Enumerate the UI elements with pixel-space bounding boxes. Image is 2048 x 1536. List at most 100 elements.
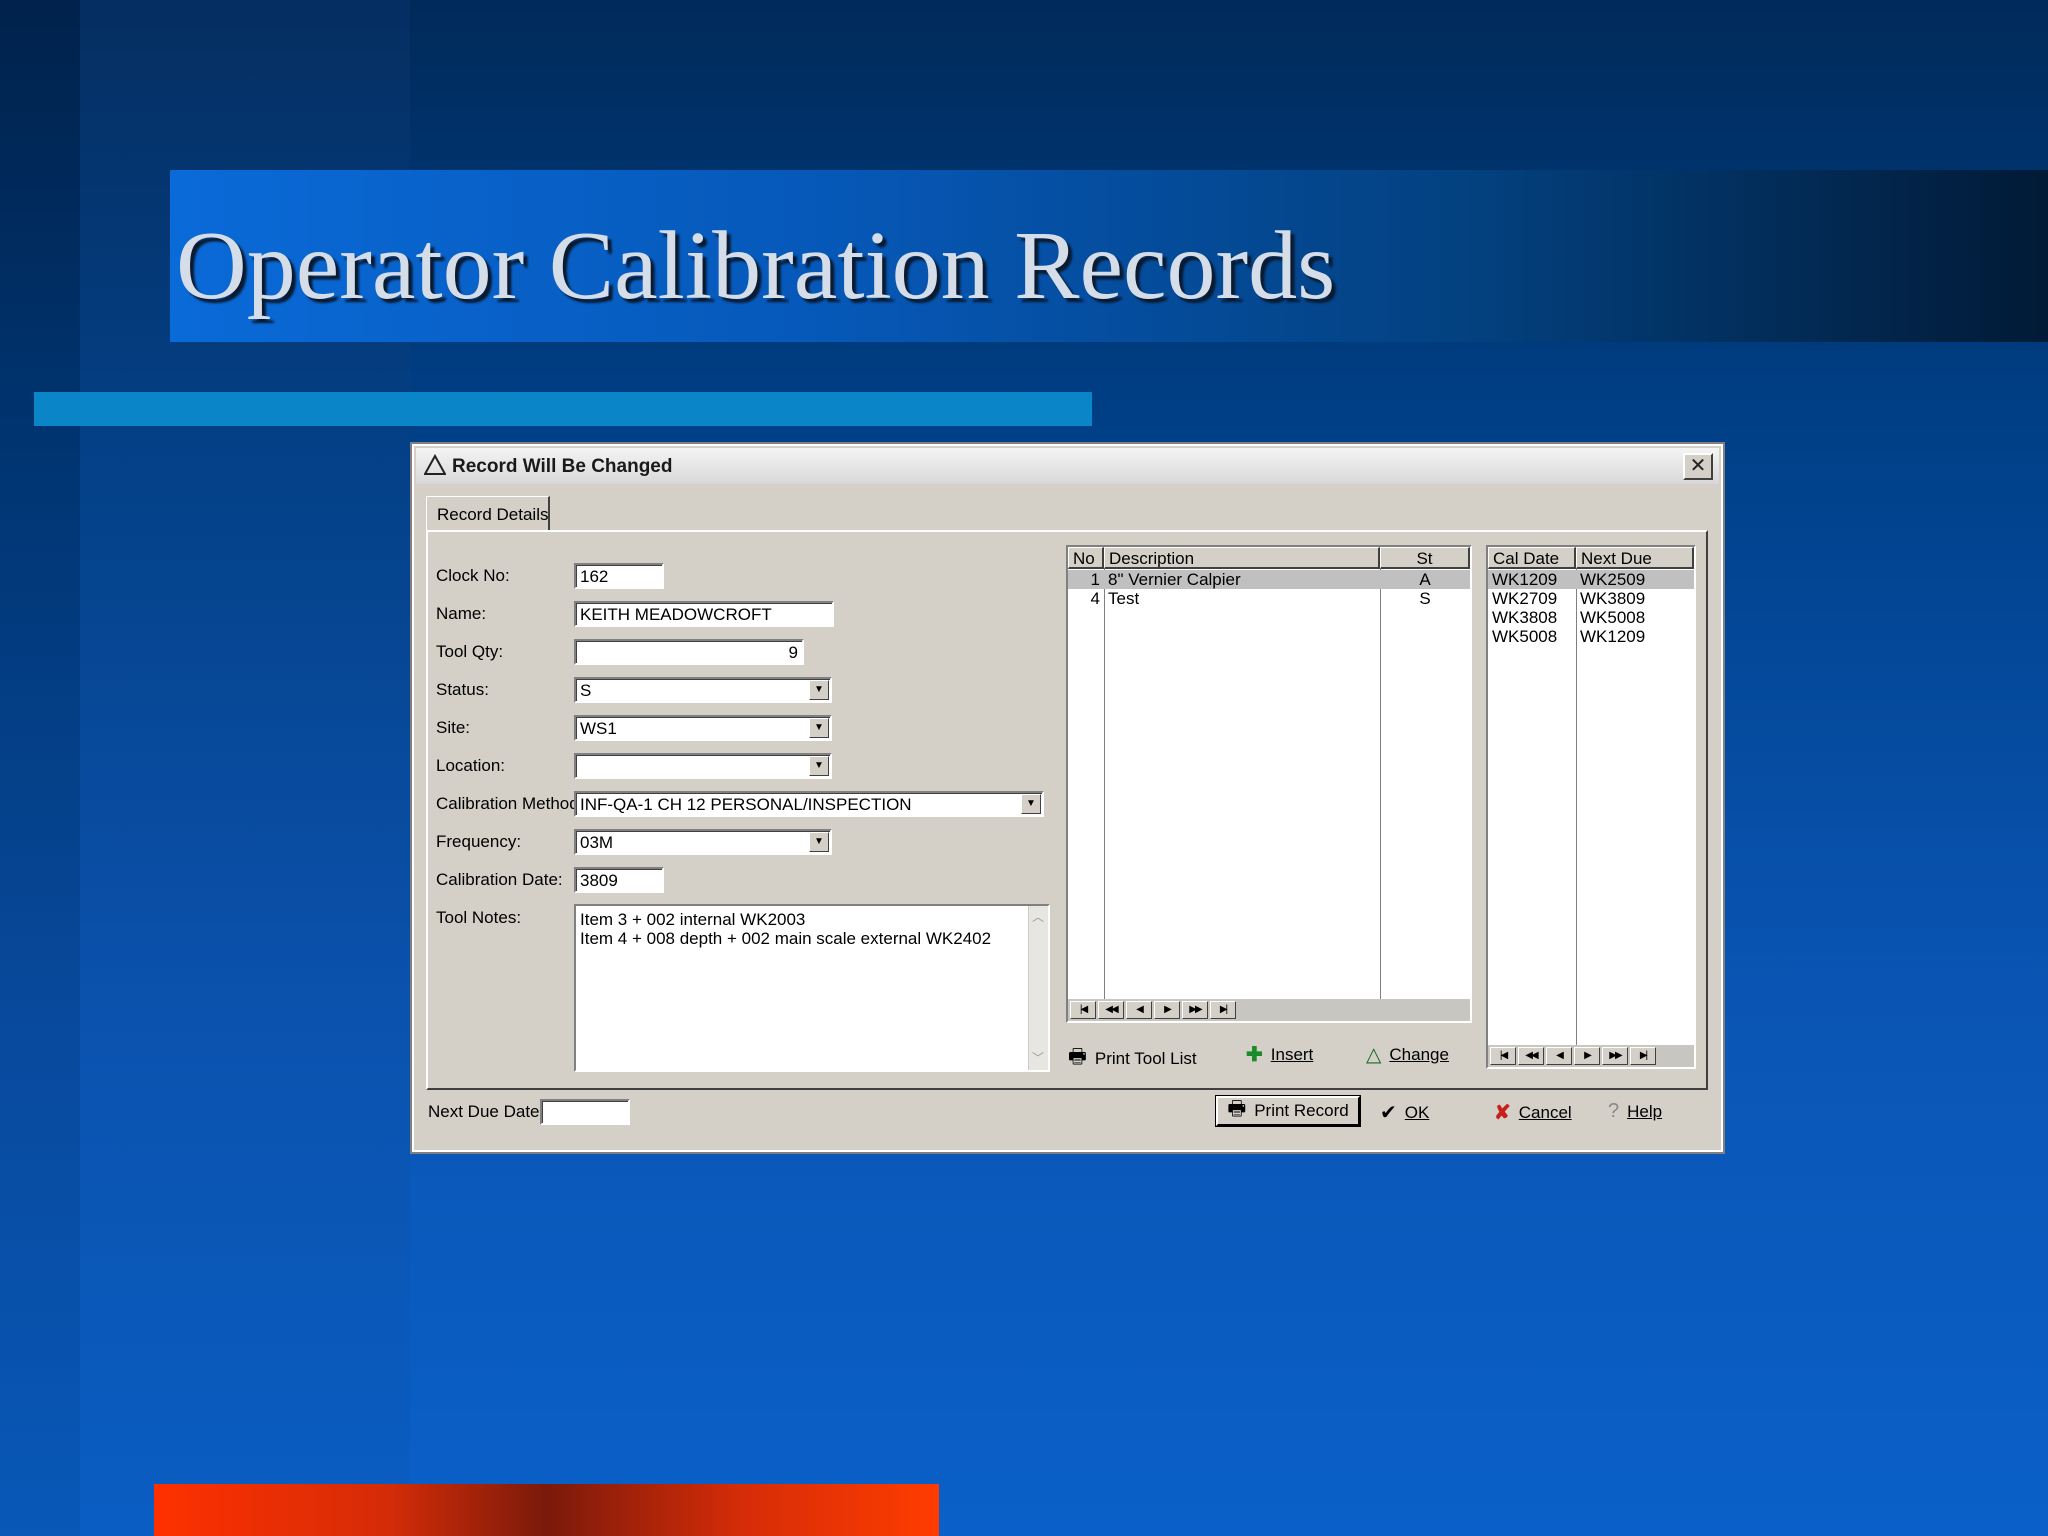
- next-record-icon[interactable]: ▶: [1574, 1047, 1600, 1065]
- change-label: Change: [1389, 1044, 1449, 1064]
- grid-header-no[interactable]: No: [1068, 547, 1104, 569]
- prev-page-icon[interactable]: ◀◀: [1098, 1001, 1124, 1019]
- cell-st: A: [1419, 570, 1431, 589]
- chevron-down-icon[interactable]: ▼: [1021, 794, 1041, 814]
- help-button[interactable]: ? Help: [1608, 1100, 1662, 1123]
- next-due-date-label: Next Due Date:: [428, 1102, 545, 1121]
- red-accent-bar: [154, 1484, 939, 1536]
- next-page-icon[interactable]: ▶▶: [1602, 1047, 1628, 1065]
- name-field[interactable]: KEITH MEADOWCROFT: [574, 601, 834, 627]
- prev-record-icon[interactable]: ◀: [1126, 1001, 1152, 1019]
- calibration-date-field[interactable]: 3809: [574, 867, 664, 893]
- grid-header-st[interactable]: St: [1380, 547, 1470, 569]
- tab-record-details[interactable]: Record Details: [426, 496, 550, 530]
- tool-notes-label: Tool Notes:: [436, 908, 522, 927]
- cell-description: 8" Vernier Calpier: [1108, 570, 1241, 589]
- frequency-label: Frequency:: [436, 832, 522, 851]
- grid-header-description[interactable]: Description: [1104, 547, 1380, 569]
- dialog-titlebar[interactable]: Record Will Be Changed ✕: [416, 448, 1719, 484]
- chevron-up-icon[interactable]: ︿: [1032, 908, 1044, 927]
- calibration-date-label: Calibration Date:: [436, 870, 563, 889]
- first-record-icon[interactable]: |◀: [1070, 1001, 1096, 1019]
- table-row[interactable]: WK5008 WK1209: [1488, 627, 1694, 646]
- frequency-value: 03M: [580, 833, 614, 852]
- location-label: Location:: [436, 756, 505, 775]
- printer-icon: 🖶: [1068, 1046, 1087, 1068]
- cell-cal-date: WK5008: [1492, 627, 1558, 646]
- close-icon: ✕: [1689, 455, 1707, 477]
- print-tool-list-button[interactable]: 🖶 Print Tool List: [1068, 1042, 1197, 1076]
- tool-grid-navigator: |◀ ◀◀ ◀ ▶ ▶▶ ▶|: [1068, 999, 1470, 1021]
- grid-column-divider: [1104, 569, 1105, 999]
- chevron-down-icon[interactable]: ▼: [809, 718, 829, 738]
- change-button[interactable]: △ Change: [1366, 1042, 1449, 1067]
- notes-scrollbar[interactable]: ︿ ﹀: [1028, 906, 1048, 1070]
- calibration-grid[interactable]: Cal Date Next Due WK1209 WK2509 WK2709 W…: [1486, 545, 1696, 1069]
- warning-triangle-icon: [424, 454, 446, 475]
- cell-description: Test: [1108, 589, 1140, 608]
- chevron-down-icon[interactable]: ﹀: [1032, 1049, 1044, 1068]
- prev-page-icon[interactable]: ◀◀: [1518, 1047, 1544, 1065]
- first-record-icon[interactable]: |◀: [1490, 1047, 1516, 1065]
- cell-no: 1: [1090, 570, 1100, 589]
- slide-title: Operator Calibration Records: [176, 212, 1336, 320]
- status-select[interactable]: S ▼: [574, 677, 832, 703]
- chevron-down-icon[interactable]: ▼: [809, 680, 829, 700]
- cell-no: 4: [1090, 589, 1100, 608]
- clock-no-field[interactable]: 162: [574, 563, 664, 589]
- next-record-icon[interactable]: ▶: [1154, 1001, 1180, 1019]
- location-select[interactable]: ▼: [574, 753, 832, 779]
- status-label: Status:: [436, 680, 489, 699]
- chevron-down-icon[interactable]: ▼: [809, 756, 829, 776]
- print-record-button[interactable]: 🖶 Print Record: [1215, 1095, 1361, 1127]
- site-select[interactable]: WS1 ▼: [574, 715, 832, 741]
- accent-bar: [34, 392, 1092, 426]
- tool-grid[interactable]: No Description St 1 8" Vernier Calpier A…: [1066, 545, 1472, 1023]
- ok-button[interactable]: ✔ OK: [1380, 1100, 1429, 1125]
- grid-header-next-due[interactable]: Next Due: [1576, 547, 1694, 569]
- close-button[interactable]: ✕: [1683, 453, 1713, 480]
- insert-label: Insert: [1270, 1044, 1314, 1064]
- calibration-method-select[interactable]: INF-QA-1 CH 12 PERSONAL/INSPECTION ▼: [574, 791, 1044, 817]
- last-record-icon[interactable]: ▶|: [1630, 1047, 1656, 1065]
- tool-qty-field[interactable]: 9: [574, 639, 804, 665]
- next-page-icon[interactable]: ▶▶: [1182, 1001, 1208, 1019]
- print-tool-list-label: Print Tool List: [1094, 1049, 1197, 1068]
- cancel-x-icon: ✘: [1494, 1102, 1511, 1124]
- prev-record-icon[interactable]: ◀: [1546, 1047, 1572, 1065]
- status-value: S: [580, 681, 592, 700]
- calibration-grid-navigator: |◀ ◀◀ ◀ ▶ ▶▶ ▶|: [1488, 1045, 1694, 1067]
- clock-no-label: Clock No:: [436, 566, 510, 585]
- table-row[interactable]: 1 8" Vernier Calpier A: [1068, 570, 1470, 589]
- cell-next-due: WK3809: [1580, 589, 1646, 608]
- calibration-method-value: INF-QA-1 CH 12 PERSONAL/INSPECTION: [580, 795, 912, 814]
- ok-label: OK: [1404, 1102, 1430, 1122]
- table-row[interactable]: WK1209 WK2509: [1488, 570, 1694, 589]
- tool-qty-label: Tool Qty:: [436, 642, 504, 661]
- next-due-date-field[interactable]: [540, 1099, 630, 1125]
- site-label: Site:: [436, 718, 471, 737]
- background-stripe: [0, 0, 80, 1536]
- tool-notes-line: Item 4 + 008 depth + 002 main scale exte…: [580, 929, 992, 948]
- table-row[interactable]: WK2709 WK3809: [1488, 589, 1694, 608]
- calibration-method-label: Calibration Method:: [436, 794, 584, 813]
- tool-notes-textarea[interactable]: Item 3 + 002 internal WK2003 Item 4 + 00…: [574, 904, 1050, 1072]
- cancel-button[interactable]: ✘ Cancel: [1494, 1100, 1572, 1125]
- name-label: Name:: [436, 604, 487, 623]
- cell-next-due: WK5008: [1580, 608, 1646, 627]
- insert-button[interactable]: ✚ Insert: [1246, 1042, 1313, 1067]
- triangle-icon: △: [1366, 1044, 1382, 1066]
- last-record-icon[interactable]: ▶|: [1210, 1001, 1236, 1019]
- cell-cal-date: WK3808: [1492, 608, 1558, 627]
- plus-icon: ✚: [1246, 1044, 1263, 1066]
- dialog-title: Record Will Be Changed: [452, 456, 673, 477]
- grid-column-divider: [1380, 569, 1381, 999]
- chevron-down-icon[interactable]: ▼: [809, 832, 829, 852]
- grid-header-cal-date[interactable]: Cal Date: [1488, 547, 1576, 569]
- print-record-label: Print Record: [1254, 1101, 1349, 1120]
- cell-cal-date: WK2709: [1492, 589, 1558, 608]
- question-mark-icon: ?: [1608, 1100, 1620, 1122]
- table-row[interactable]: 4 Test S: [1068, 589, 1470, 608]
- table-row[interactable]: WK3808 WK5008: [1488, 608, 1694, 627]
- frequency-select[interactable]: 03M ▼: [574, 829, 832, 855]
